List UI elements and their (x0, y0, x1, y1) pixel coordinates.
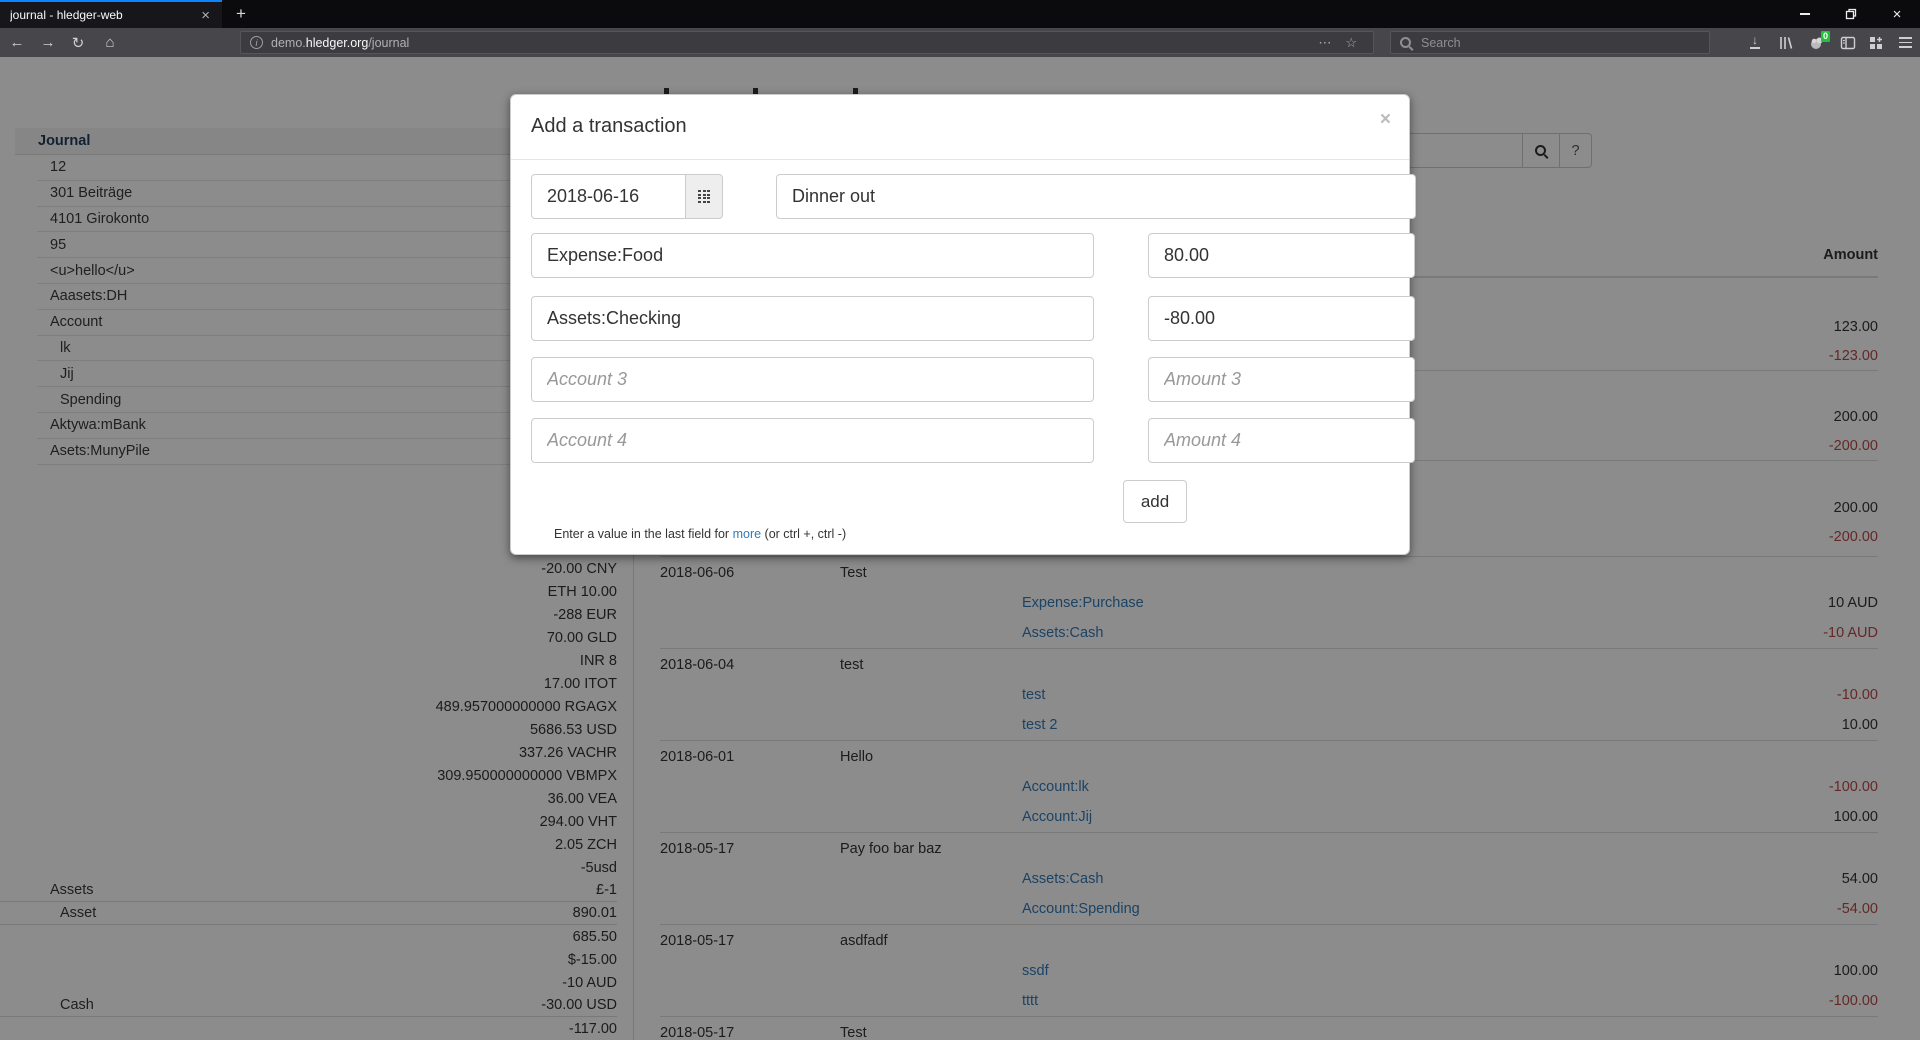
add-button[interactable]: add (1123, 480, 1187, 523)
site-info-icon[interactable]: i (250, 36, 263, 49)
date-input[interactable] (531, 174, 686, 219)
window-close-button[interactable]: × (1874, 0, 1920, 28)
extension-button[interactable]: 0 (1801, 28, 1831, 57)
page-content: Journal 12301 Beiträge4101 Girokonto95<u… (0, 57, 1920, 1040)
window-minimize-button[interactable] (1782, 0, 1828, 28)
sidebar-icon (1840, 35, 1856, 51)
tab-close-icon[interactable]: × (199, 8, 212, 23)
minimize-icon (1800, 13, 1810, 15)
modal-posting-row (531, 418, 1393, 463)
window-controls: × (1782, 0, 1920, 28)
modal-posting-row (531, 233, 1393, 278)
pocket-grid-button[interactable] (1861, 28, 1891, 57)
home-button[interactable]: ⌂ (95, 28, 125, 57)
account-input[interactable] (531, 418, 1094, 463)
modal-date-row (531, 174, 1393, 219)
browser-tab[interactable]: journal - hledger-web × (0, 0, 222, 28)
tab-title: journal - hledger-web (10, 8, 199, 22)
modal-posting-row (531, 296, 1393, 341)
restore-icon (1845, 8, 1857, 20)
modal-close-icon[interactable]: × (1380, 109, 1391, 131)
forward-button[interactable]: → (33, 28, 63, 57)
window-restore-button[interactable] (1828, 0, 1874, 28)
url-bar[interactable]: i demo.hledger.org/journal ⋯ ☆ (240, 31, 1374, 54)
browser-search-bar[interactable]: Search (1390, 31, 1710, 54)
account-input[interactable] (531, 296, 1094, 341)
more-link[interactable]: more (733, 527, 761, 541)
reload-button[interactable]: ↻ (63, 28, 93, 57)
date-picker-button[interactable] (685, 174, 723, 219)
amount-input[interactable] (1148, 296, 1415, 341)
modal-posting-row (531, 357, 1393, 402)
sidebar-toggle-button[interactable] (1833, 28, 1863, 57)
search-icon (1399, 36, 1413, 50)
new-tab-button[interactable]: + (228, 0, 254, 28)
amount-input[interactable] (1148, 233, 1415, 278)
extension-badge: 0 (1821, 31, 1830, 42)
hamburger-icon (1899, 37, 1912, 47)
account-input[interactable] (531, 233, 1094, 278)
modal-hint: Enter a value in the last field for more… (554, 527, 846, 541)
library-button[interactable] (1771, 28, 1801, 57)
downloads-button[interactable]: ↓ (1740, 28, 1770, 57)
bookmark-star-icon[interactable]: ☆ (1338, 35, 1364, 51)
download-icon: ↓ (1750, 36, 1760, 49)
amount-input[interactable] (1148, 357, 1415, 402)
account-input[interactable] (531, 357, 1094, 402)
add-transaction-modal: Add a transaction × add Enter a value in… (510, 94, 1410, 555)
browser-tab-strip: journal - hledger-web × + × (0, 0, 1920, 28)
amount-input[interactable] (1148, 418, 1415, 463)
page-actions-icon[interactable]: ⋯ (1311, 35, 1338, 51)
modal-title: Add a transaction (531, 115, 687, 137)
library-icon (1778, 35, 1794, 51)
calendar-grid-icon (698, 190, 710, 203)
menu-button[interactable] (1890, 28, 1920, 57)
back-button[interactable]: ← (2, 28, 32, 57)
grid-plus-icon (1868, 35, 1884, 51)
modal-header: Add a transaction × (511, 95, 1409, 160)
search-placeholder: Search (1421, 36, 1461, 50)
browser-toolbar: ← → ↻ ⌂ i demo.hledger.org/journal ⋯ ☆ S… (0, 28, 1920, 57)
description-input[interactable] (776, 174, 1416, 219)
url-text: demo.hledger.org/journal (271, 36, 409, 50)
